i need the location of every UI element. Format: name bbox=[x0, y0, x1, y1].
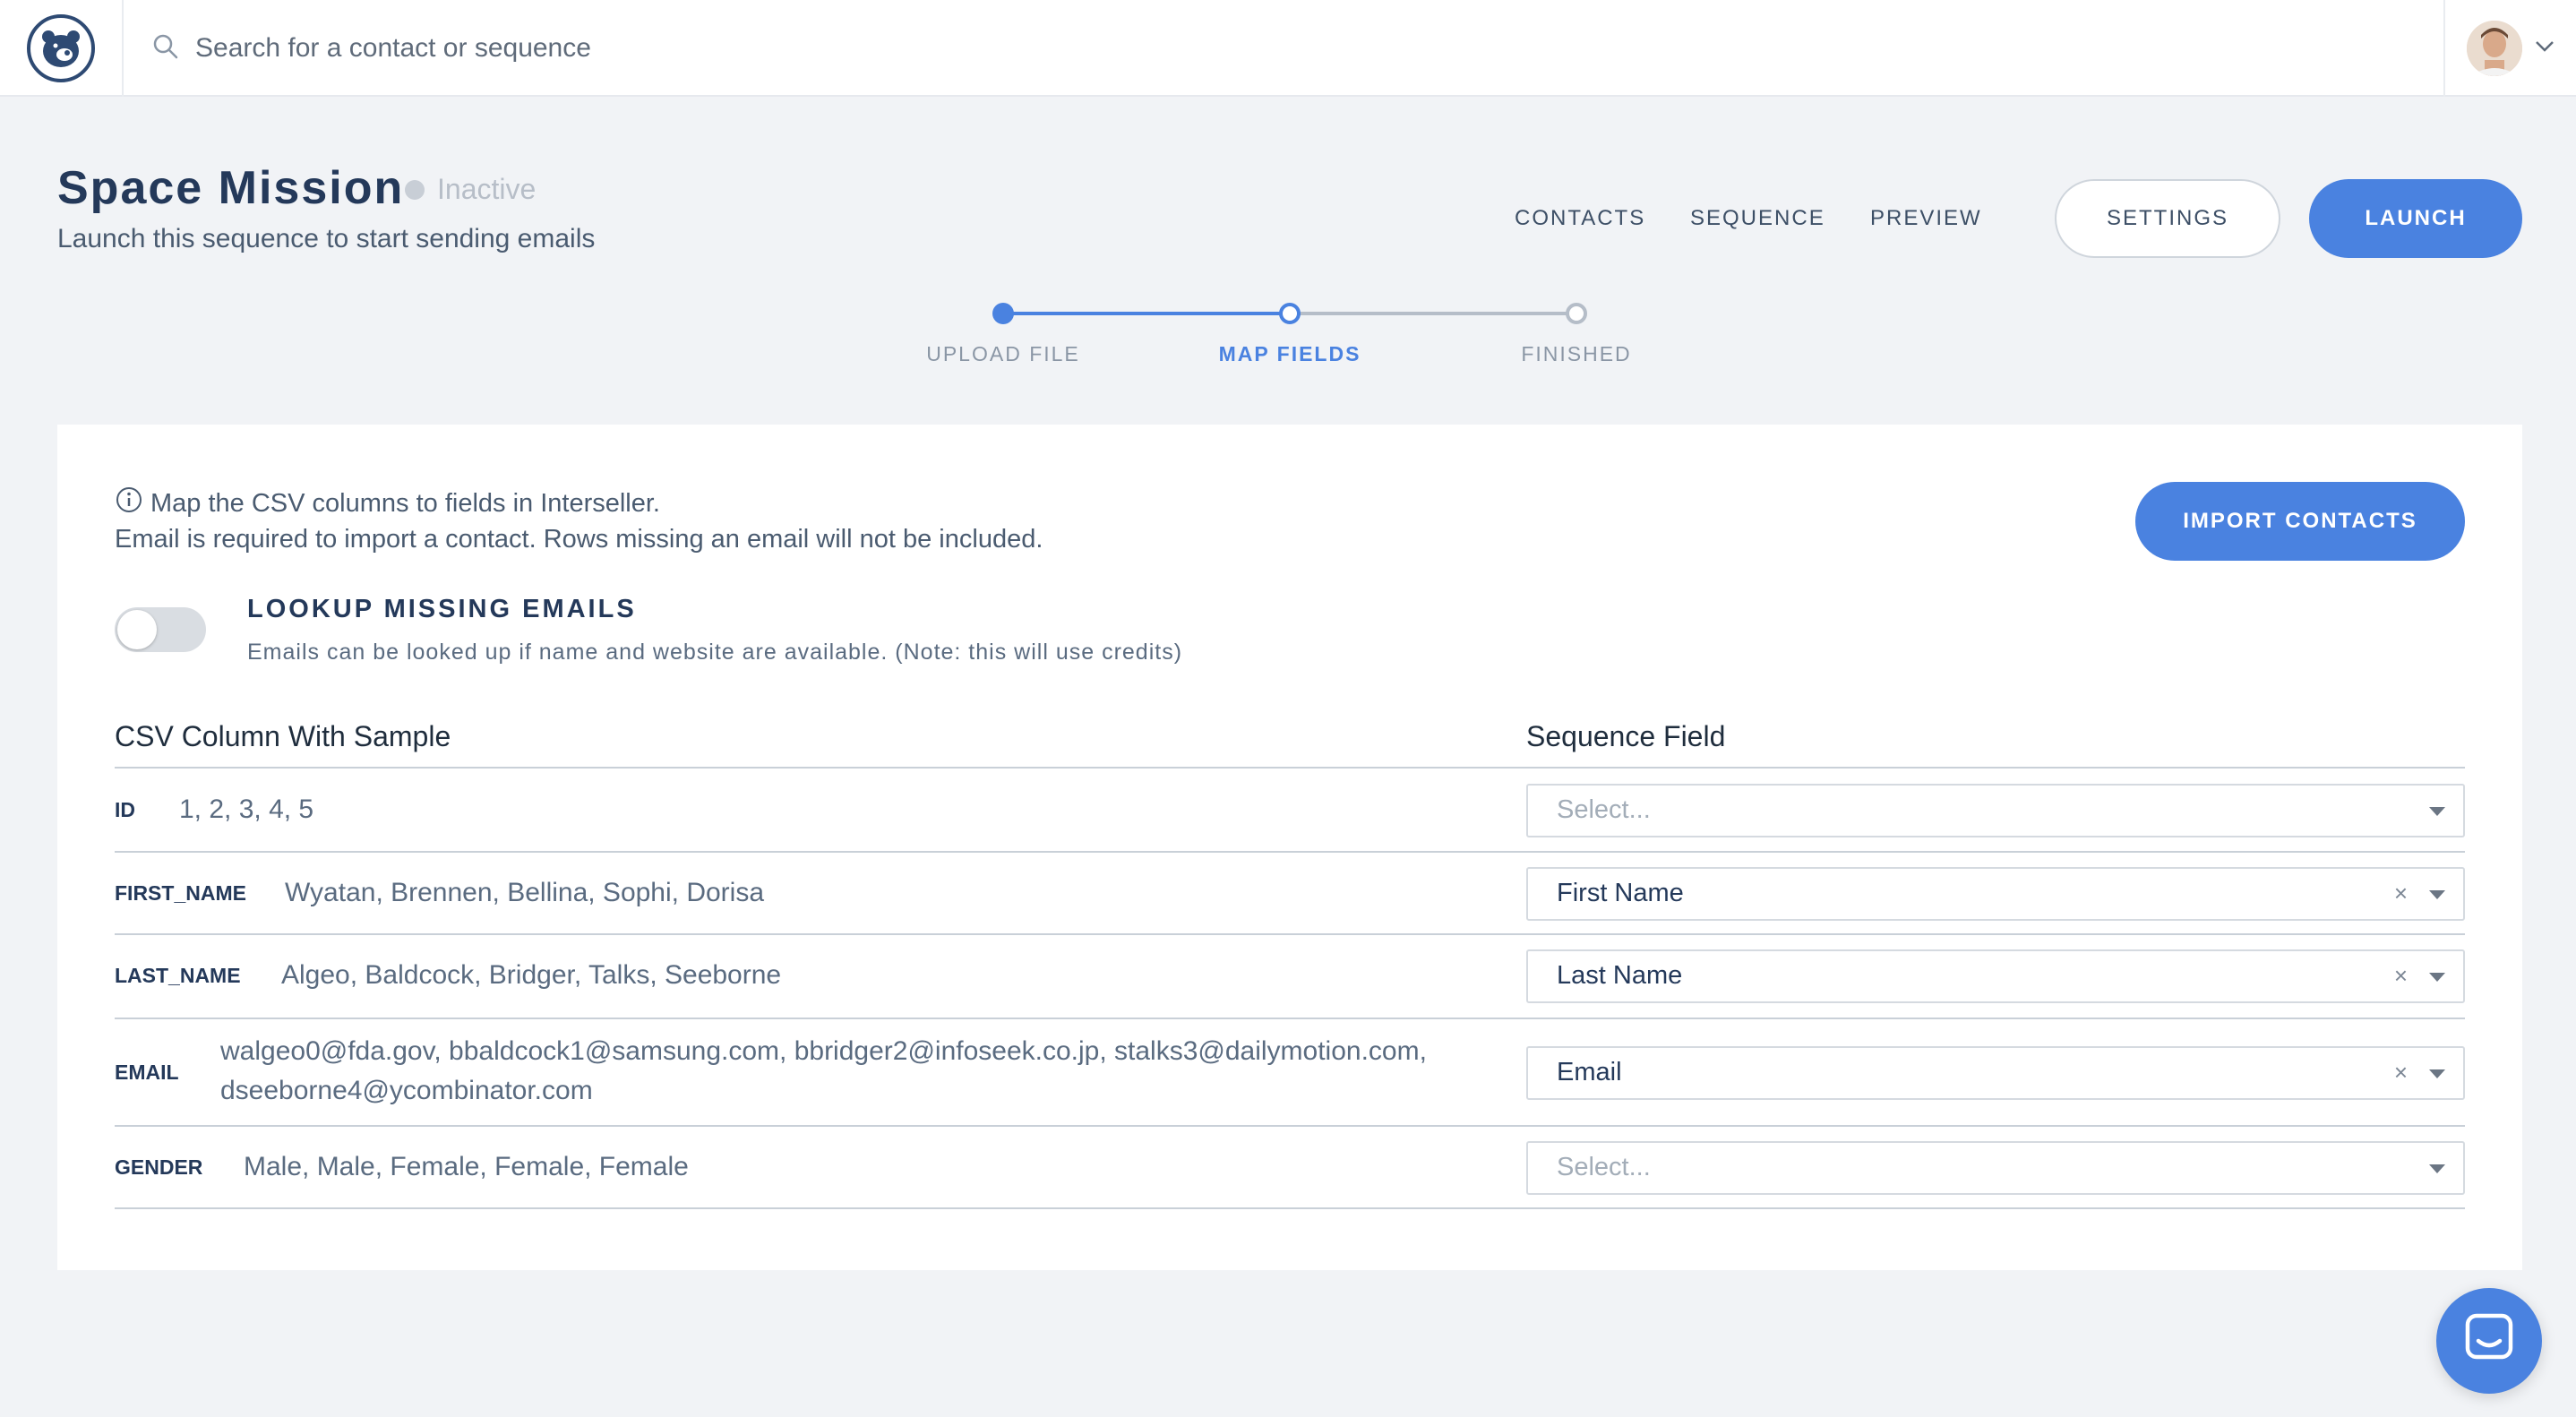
table-row: ID 1, 2, 3, 4, 5 Select... bbox=[115, 769, 2465, 853]
status-label: Inactive bbox=[437, 173, 537, 205]
step-label-upload: UPLOAD FILE bbox=[926, 342, 1080, 365]
clear-icon[interactable]: × bbox=[2394, 962, 2408, 990]
search-bar bbox=[152, 0, 1001, 97]
csv-column-sample: Algeo, Baldcock, Bridger, Talks, Seeborn… bbox=[281, 960, 782, 990]
select-placeholder: Select... bbox=[1557, 1153, 1651, 1181]
table-row: FIRST_NAME Wyatan, Brennen, Bellina, Sop… bbox=[115, 853, 2465, 935]
sequence-field-select[interactable]: First Name × bbox=[1526, 867, 2465, 921]
chat-icon bbox=[2462, 1312, 2516, 1370]
nav-preview[interactable]: PREVIEW bbox=[1870, 206, 1982, 231]
csv-column-name: EMAIL bbox=[115, 1061, 179, 1084]
bear-logo-icon bbox=[27, 14, 95, 82]
chat-launcher-button[interactable] bbox=[2436, 1288, 2542, 1394]
table-row: LAST_NAME Algeo, Baldcock, Bridger, Talk… bbox=[115, 935, 2465, 1019]
csv-column-name: LAST_NAME bbox=[115, 964, 241, 987]
csv-column-sample: Male, Male, Female, Female, Female bbox=[244, 1152, 689, 1181]
table-row: EMAIL walgeo0@fda.gov, bbaldcock1@samsun… bbox=[115, 1019, 2465, 1127]
toggle-knob bbox=[117, 610, 157, 649]
csv-column-sample: Wyatan, Brennen, Bellina, Sophi, Dorisa bbox=[285, 878, 765, 907]
caret-down-icon[interactable] bbox=[2429, 807, 2445, 816]
select-value: First Name bbox=[1557, 879, 1684, 907]
info-text-2: Email is required to import a contact. R… bbox=[115, 525, 1043, 554]
top-bar bbox=[0, 0, 2576, 97]
nav-sequence[interactable]: SEQUENCE bbox=[1690, 206, 1825, 231]
table-row: GENDER Male, Male, Female, Female, Femal… bbox=[115, 1127, 2465, 1209]
header-csv-column: CSV Column With Sample bbox=[115, 720, 451, 752]
csv-column-name: GENDER bbox=[115, 1155, 203, 1179]
csv-sample-line: dseeborne4@ycombinator.com bbox=[220, 1076, 593, 1105]
step-line-pending bbox=[1290, 312, 1576, 315]
clear-icon[interactable]: × bbox=[2394, 880, 2408, 907]
caret-down-icon[interactable] bbox=[2429, 973, 2445, 982]
user-menu[interactable] bbox=[2443, 0, 2576, 97]
page-subtitle: Launch this sequence to start sending em… bbox=[57, 224, 596, 253]
import-stepper: UPLOAD FILE MAP FIELDS FINISHED bbox=[0, 296, 2576, 376]
csv-column-name: ID bbox=[115, 798, 135, 821]
nav-contacts[interactable]: CONTACTS bbox=[1515, 206, 1645, 231]
logo[interactable] bbox=[0, 0, 124, 97]
lookup-emails-toggle[interactable] bbox=[115, 607, 206, 652]
lookup-title: LOOKUP MISSING EMAILS bbox=[247, 595, 637, 623]
mapping-table: CSV Column With Sample Sequence Field ID… bbox=[115, 711, 2465, 1209]
select-value: Last Name bbox=[1557, 961, 1683, 990]
user-avatar[interactable] bbox=[2467, 21, 2522, 76]
select-placeholder: Select... bbox=[1557, 795, 1651, 824]
header-sequence-field: Sequence Field bbox=[1526, 720, 1726, 752]
info-line-1: Map the CSV columns to fields in Interse… bbox=[115, 485, 660, 521]
caret-down-icon[interactable] bbox=[2429, 1069, 2445, 1078]
csv-sample-line: walgeo0@fda.gov, bbaldcock1@samsung.com,… bbox=[220, 1036, 1427, 1066]
select-value: Email bbox=[1557, 1058, 1622, 1086]
sequence-field-select[interactable]: Last Name × bbox=[1526, 949, 2465, 1003]
status-badge: Inactive bbox=[405, 173, 536, 206]
info-line-2: Email is required to import a contact. R… bbox=[115, 525, 1043, 554]
info-icon bbox=[115, 485, 143, 521]
csv-column-sample: 1, 2, 3, 4, 5 bbox=[179, 794, 314, 824]
clear-icon[interactable]: × bbox=[2394, 1059, 2408, 1086]
step-line-complete bbox=[1003, 312, 1290, 315]
step-label-finished: FINISHED bbox=[1521, 342, 1632, 365]
launch-button[interactable]: LAUNCH bbox=[2309, 179, 2522, 258]
chevron-down-icon[interactable] bbox=[2535, 40, 2555, 57]
sequence-field-select[interactable]: Select... bbox=[1526, 784, 2465, 837]
step-dot-map bbox=[1279, 303, 1301, 324]
info-text-1: Map the CSV columns to fields in Interse… bbox=[150, 488, 660, 518]
lookup-description: Emails can be looked up if name and webs… bbox=[247, 640, 1183, 665]
step-dot-finished bbox=[1566, 303, 1587, 324]
search-input[interactable] bbox=[195, 33, 1001, 64]
step-dot-upload bbox=[992, 303, 1014, 324]
csv-column-name: FIRST_NAME bbox=[115, 881, 246, 905]
sequence-field-select[interactable]: Select... bbox=[1526, 1141, 2465, 1195]
status-dot-icon bbox=[405, 179, 425, 200]
page-title: Space Mission bbox=[57, 162, 405, 214]
settings-button[interactable]: SETTINGS bbox=[2055, 179, 2280, 258]
map-fields-card: Map the CSV columns to fields in Interse… bbox=[57, 425, 2522, 1270]
table-header: CSV Column With Sample Sequence Field bbox=[115, 711, 2465, 769]
caret-down-icon[interactable] bbox=[2429, 1164, 2445, 1173]
caret-down-icon[interactable] bbox=[2429, 890, 2445, 899]
step-label-map: MAP FIELDS bbox=[1218, 342, 1361, 365]
csv-column-sample: walgeo0@fda.gov, bbaldcock1@samsung.com,… bbox=[220, 1032, 1427, 1111]
import-contacts-button[interactable]: IMPORT CONTACTS bbox=[2135, 482, 2465, 561]
search-icon bbox=[152, 33, 179, 64]
sequence-field-select[interactable]: Email × bbox=[1526, 1046, 2465, 1100]
